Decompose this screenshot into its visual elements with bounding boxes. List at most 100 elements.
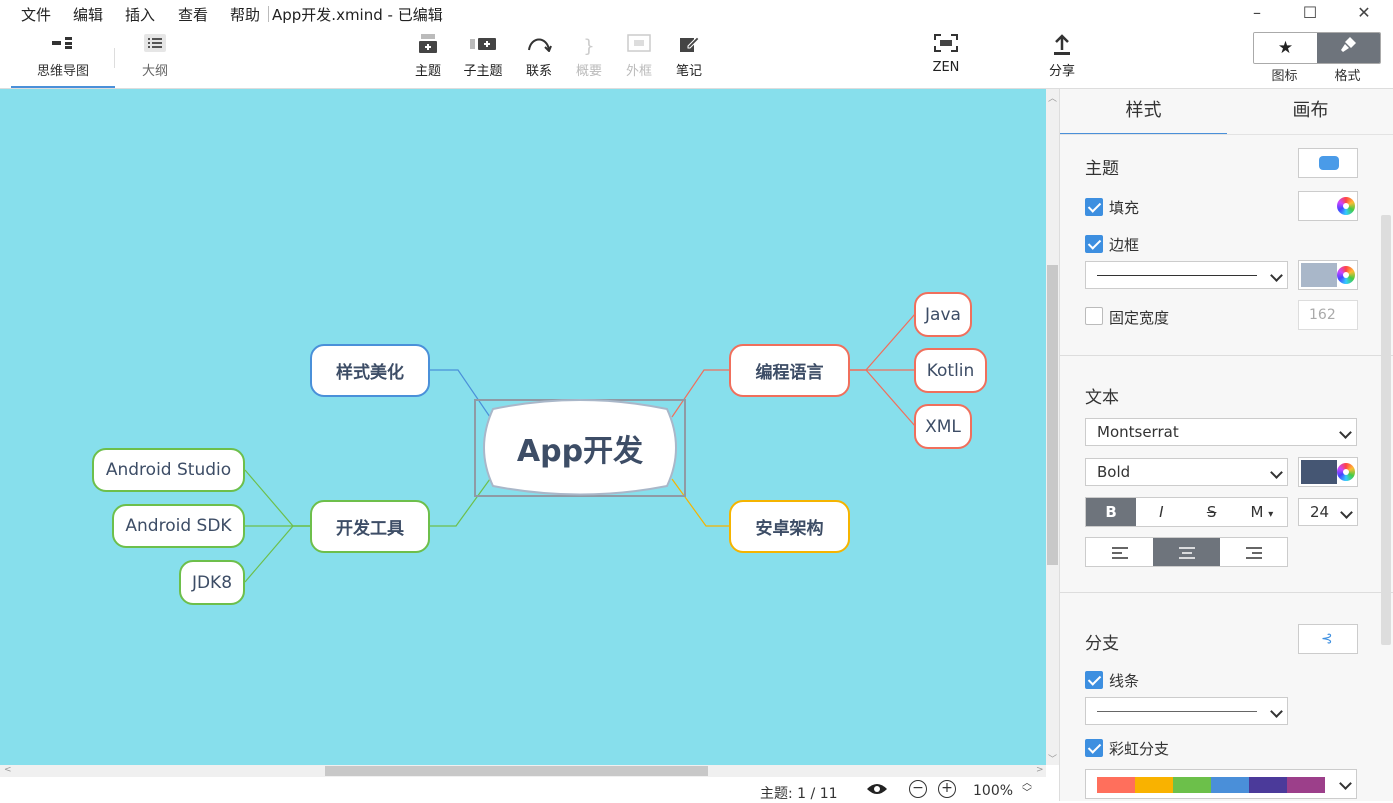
insert-summary-button[interactable]: } 概要	[569, 34, 609, 79]
line-label: 线条	[1109, 672, 1140, 690]
chevron-down-icon	[1270, 269, 1283, 282]
scroll-up-icon[interactable]: ︿	[1048, 91, 1057, 104]
insert-boundary-label: 外框	[625, 64, 652, 79]
fixed-width-input[interactable]: 162	[1298, 300, 1358, 330]
menu-edit[interactable]: 编辑	[73, 4, 103, 25]
tab-mindmap[interactable]: 思维导图	[11, 34, 115, 88]
zen-mode-button[interactable]: ZEN	[926, 34, 966, 75]
branch-structure-selector[interactable]: ⊰	[1298, 624, 1358, 654]
leaf-java[interactable]: Java	[914, 292, 972, 337]
border-color-swatch	[1301, 263, 1337, 287]
summary-icon: }	[583, 36, 595, 57]
insert-boundary-button[interactable]: 外框	[619, 34, 659, 79]
toggle-format-label: 格式	[1334, 69, 1361, 84]
zen-icon	[926, 34, 966, 60]
branch-devtools[interactable]: 开发工具	[310, 500, 430, 553]
share-button[interactable]: 分享	[1042, 34, 1082, 79]
relationship-icon	[519, 34, 559, 60]
scroll-left-icon[interactable]: <	[4, 765, 12, 775]
canvas-horizontal-scroll-thumb[interactable]	[325, 766, 708, 776]
panel-scrollbar[interactable]	[1381, 215, 1391, 645]
bold-button[interactable]: B	[1086, 498, 1137, 526]
leaf-android-studio[interactable]: Android Studio	[92, 448, 245, 492]
strikethrough-button[interactable]: S	[1187, 498, 1237, 526]
palette-swatch	[1211, 777, 1249, 793]
font-weight-select[interactable]: Bold	[1085, 458, 1288, 486]
font-size-select[interactable]: 24	[1298, 498, 1358, 526]
branch-styling[interactable]: 样式美化	[310, 344, 430, 397]
line-checkbox[interactable]	[1085, 671, 1103, 689]
mindmap-canvas[interactable]: App开发 样式美化 开发工具 编程语言 安卓架构 Android Studio…	[0, 89, 1046, 765]
branch-languages[interactable]: 编程语言	[729, 344, 850, 397]
connector-languages	[671, 369, 730, 418]
insert-relationship-button[interactable]: 联系	[519, 34, 559, 79]
insert-notes-label: 笔记	[675, 64, 702, 79]
insert-notes-button[interactable]: 笔记	[669, 34, 709, 79]
align-right-icon	[1245, 546, 1262, 559]
minimize-icon[interactable]: –	[1245, 2, 1269, 24]
scroll-right-icon[interactable]: >	[1036, 765, 1044, 775]
zen-label: ZEN	[932, 60, 960, 75]
align-left-icon	[1111, 546, 1128, 559]
tab-outline[interactable]: 大纲	[125, 34, 185, 86]
branch-architecture[interactable]: 安卓架构	[729, 500, 850, 553]
font-weight-value: Bold	[1097, 463, 1131, 481]
topic-shape-selector[interactable]	[1298, 148, 1358, 178]
share-label: 分享	[1048, 64, 1075, 79]
align-center-button[interactable]	[1153, 538, 1220, 566]
toggle-icons-button[interactable]: ★	[1254, 33, 1317, 63]
canvas-vertical-scroll-thumb[interactable]	[1047, 265, 1058, 565]
tab-canvas[interactable]: 画布	[1227, 89, 1393, 133]
topic-section-title: 主题	[1085, 159, 1119, 179]
zoom-out-icon[interactable]: −	[909, 780, 927, 798]
font-size-value: 24	[1310, 503, 1330, 521]
menu-view[interactable]: 查看	[178, 4, 208, 25]
connector-jdk8	[244, 525, 311, 583]
leaf-xml[interactable]: XML	[914, 404, 972, 449]
rainbow-branch-checkbox[interactable]	[1085, 739, 1103, 757]
border-color-picker[interactable]	[1298, 260, 1358, 290]
align-center-icon	[1178, 546, 1195, 559]
close-icon[interactable]: ✕	[1352, 2, 1376, 24]
zoom-stepper-icon[interactable]: ︿ ﹀	[1022, 779, 1032, 799]
fill-checkbox[interactable]	[1085, 198, 1103, 216]
menu-insert[interactable]: 插入	[125, 4, 155, 25]
leaf-kotlin[interactable]: Kotlin	[914, 348, 987, 393]
leaf-jdk8[interactable]: JDK8	[179, 560, 245, 605]
line-style-select[interactable]	[1085, 697, 1288, 725]
insert-topic-button[interactable]: 主题	[408, 34, 448, 79]
fixed-width-checkbox[interactable]	[1085, 307, 1103, 325]
zoom-level[interactable]: 100%	[973, 783, 1013, 799]
notes-icon	[669, 34, 709, 60]
format-panel: 样式 画布 主题 填充 边框 固定宽度 162 文本 Montserrat Bo…	[1059, 89, 1393, 801]
rainbow-palette-select[interactable]	[1085, 769, 1357, 799]
central-topic[interactable]: App开发	[480, 409, 680, 487]
text-color-picker[interactable]	[1298, 457, 1358, 487]
panel-toggle: ★	[1253, 32, 1381, 64]
border-style-select[interactable]	[1085, 261, 1288, 289]
toggle-icons-label: 图标	[1271, 69, 1298, 84]
text-case-button[interactable]: M ▾	[1237, 498, 1287, 526]
leaf-android-sdk[interactable]: Android SDK	[112, 504, 245, 548]
menu-file[interactable]: 文件	[21, 4, 51, 25]
toggle-format-button[interactable]	[1317, 33, 1380, 63]
zoom-in-icon[interactable]: +	[938, 780, 956, 798]
fill-color-picker[interactable]	[1298, 191, 1358, 221]
eye-icon[interactable]	[866, 781, 888, 801]
border-label: 边框	[1109, 236, 1140, 254]
scroll-down-icon[interactable]: ﹀	[1048, 752, 1057, 765]
font-family-select[interactable]: Montserrat	[1085, 418, 1357, 446]
menu-help[interactable]: 帮助	[230, 4, 260, 25]
align-right-button[interactable]	[1220, 538, 1287, 566]
insert-relationship-label: 联系	[525, 64, 552, 79]
palette-swatch	[1097, 777, 1135, 793]
border-checkbox[interactable]	[1085, 235, 1103, 253]
tab-style[interactable]: 样式	[1060, 89, 1227, 135]
insert-subtopic-button[interactable]: 子主题	[460, 34, 506, 79]
line-preview	[1097, 711, 1257, 712]
maximize-icon[interactable]: ☐	[1298, 2, 1322, 24]
brush-icon	[1340, 37, 1358, 58]
align-left-button[interactable]	[1086, 538, 1153, 566]
tab-mindmap-label: 思维导图	[36, 64, 89, 79]
italic-button[interactable]: I	[1136, 498, 1186, 526]
